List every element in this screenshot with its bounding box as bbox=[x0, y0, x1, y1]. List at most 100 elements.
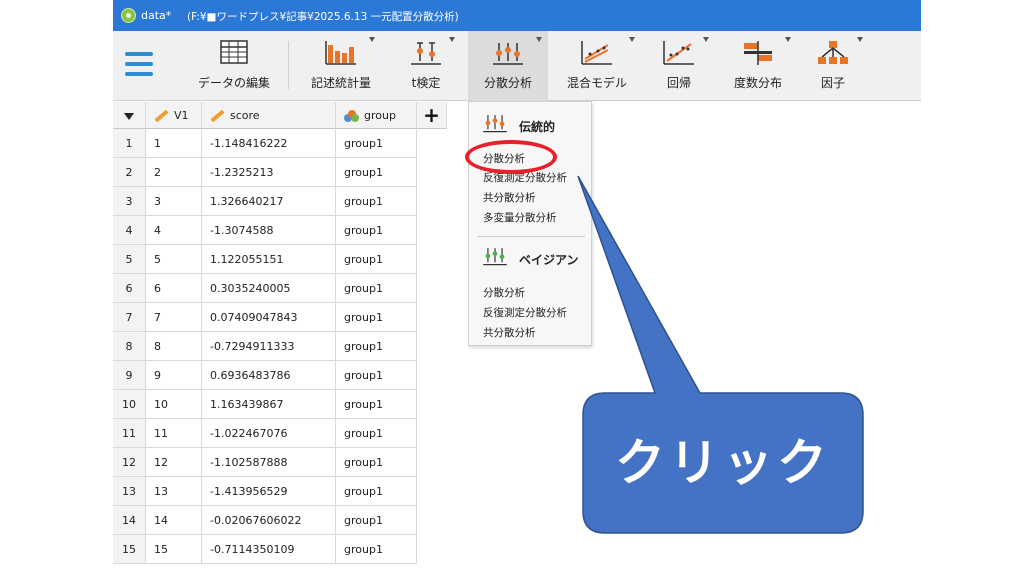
cell-score[interactable]: -1.102587888 bbox=[202, 448, 336, 477]
ribbon-label: 分散分析 bbox=[483, 76, 532, 90]
cell-score[interactable]: 0.3035240005 bbox=[202, 274, 336, 303]
cell-v1[interactable]: 12 bbox=[146, 448, 202, 477]
add-column-button[interactable]: + bbox=[417, 102, 447, 129]
cell-group[interactable]: group1 bbox=[336, 506, 417, 535]
grid-header-row: V1 score group bbox=[113, 102, 417, 131]
cell-v1[interactable]: 11 bbox=[146, 419, 202, 448]
ribbon-label: 因子 bbox=[820, 76, 845, 90]
cell-score[interactable]: -1.022467076 bbox=[202, 419, 336, 448]
cell-v1[interactable]: 2 bbox=[146, 158, 202, 187]
table-row: 4 4 -1.3074588 group1 bbox=[113, 216, 417, 245]
cell-v1[interactable]: 9 bbox=[146, 361, 202, 390]
column-header-group[interactable]: group bbox=[336, 102, 417, 129]
menu-item-bayesian-anova[interactable]: 分散分析 bbox=[483, 285, 525, 300]
cell-score[interactable]: -1.2325213 bbox=[202, 158, 336, 187]
cell-group[interactable]: group1 bbox=[336, 535, 417, 564]
anova-icon bbox=[483, 115, 507, 133]
spreadsheet-icon bbox=[220, 40, 248, 64]
cell-v1[interactable]: 3 bbox=[146, 187, 202, 216]
chevron-down-icon bbox=[629, 37, 635, 42]
ribbon-label: 記述統計量 bbox=[310, 76, 371, 90]
ribbon-anova-button[interactable]: 分散分析 bbox=[468, 31, 548, 101]
ribbon-descriptives-button[interactable]: 記述統計量 bbox=[301, 31, 381, 101]
cell-score[interactable]: -1.148416222 bbox=[202, 129, 336, 158]
table-row: 7 7 0.07409047843 group1 bbox=[113, 303, 417, 332]
ribbon-mixed-model-button[interactable]: 混合モデル bbox=[553, 31, 641, 101]
table-row: 3 3 1.326640217 group1 bbox=[113, 187, 417, 216]
cell-score[interactable]: 0.07409047843 bbox=[202, 303, 336, 332]
cell-group[interactable]: group1 bbox=[336, 245, 417, 274]
table-row: 12 12 -1.102587888 group1 bbox=[113, 448, 417, 477]
ribbon-factor-button[interactable]: 因子 bbox=[801, 31, 865, 101]
bayesian-section-header: ベイジアン bbox=[519, 253, 579, 267]
cell-score[interactable]: 1.326640217 bbox=[202, 187, 336, 216]
cell-v1[interactable]: 15 bbox=[146, 535, 202, 564]
filter-button[interactable] bbox=[113, 102, 146, 129]
ribbon-label: データの編集 bbox=[197, 76, 270, 90]
cell-score[interactable]: 1.163439867 bbox=[202, 390, 336, 419]
ribbon-frequencies-button[interactable]: 度数分布 bbox=[719, 31, 797, 101]
cell-score[interactable]: 1.122055151 bbox=[202, 245, 336, 274]
menu-item-bayesian-repeated-measures-anova[interactable]: 反復測定分散分析 bbox=[483, 305, 567, 320]
row-number: 12 bbox=[113, 448, 146, 477]
anova-icon bbox=[493, 43, 523, 65]
row-number: 9 bbox=[113, 361, 146, 390]
cell-score[interactable]: -1.413956529 bbox=[202, 477, 336, 506]
cell-v1[interactable]: 1 bbox=[146, 129, 202, 158]
cell-group[interactable]: group1 bbox=[336, 216, 417, 245]
chevron-down-icon bbox=[536, 37, 542, 42]
menu-item-bayesian-ancova[interactable]: 共分散分析 bbox=[483, 325, 536, 340]
cell-v1[interactable]: 13 bbox=[146, 477, 202, 506]
cell-group[interactable]: group1 bbox=[336, 303, 417, 332]
cell-group[interactable]: group1 bbox=[336, 158, 417, 187]
cell-v1[interactable]: 14 bbox=[146, 506, 202, 535]
cell-group[interactable]: group1 bbox=[336, 187, 417, 216]
table-row: 15 15 -0.7114350109 group1 bbox=[113, 535, 417, 564]
cell-group[interactable]: group1 bbox=[336, 129, 417, 158]
row-number: 3 bbox=[113, 187, 146, 216]
cell-v1[interactable]: 8 bbox=[146, 332, 202, 361]
column-header-v1[interactable]: V1 bbox=[146, 102, 202, 129]
cell-group[interactable]: group1 bbox=[336, 361, 417, 390]
table-row: 1 1 -1.148416222 group1 bbox=[113, 129, 417, 158]
ribbon-label: 回帰 bbox=[666, 76, 691, 90]
cell-v1[interactable]: 7 bbox=[146, 303, 202, 332]
table-row: 8 8 -0.7294911333 group1 bbox=[113, 332, 417, 361]
menu-item-manova[interactable]: 多変量分散分析 bbox=[483, 210, 557, 225]
table-row: 9 9 0.6936483786 group1 bbox=[113, 361, 417, 390]
table-row: 6 6 0.3035240005 group1 bbox=[113, 274, 417, 303]
row-number: 14 bbox=[113, 506, 146, 535]
cell-score[interactable]: 0.6936483786 bbox=[202, 361, 336, 390]
table-row: 13 13 -1.413956529 group1 bbox=[113, 477, 417, 506]
app-logo-icon bbox=[121, 8, 136, 23]
ribbon-toolbar: データの編集 記述統計量 t検定 分散分析 混合モデル 回帰 度数分布 因子 bbox=[113, 31, 921, 101]
cell-group[interactable]: group1 bbox=[336, 390, 417, 419]
menu-divider bbox=[477, 236, 585, 237]
cell-v1[interactable]: 4 bbox=[146, 216, 202, 245]
column-header-label: group bbox=[364, 109, 396, 122]
mixed-model-icon bbox=[581, 41, 612, 65]
cell-group[interactable]: group1 bbox=[336, 332, 417, 361]
cell-group[interactable]: group1 bbox=[336, 477, 417, 506]
cell-score[interactable]: -0.02067606022 bbox=[202, 506, 336, 535]
bayesian-anova-icon bbox=[483, 248, 507, 266]
row-number: 5 bbox=[113, 245, 146, 274]
cell-score[interactable]: -0.7114350109 bbox=[202, 535, 336, 564]
cell-score[interactable]: -1.3074588 bbox=[202, 216, 336, 245]
cell-v1[interactable]: 10 bbox=[146, 390, 202, 419]
ribbon-data-edit-button[interactable]: データの編集 bbox=[191, 31, 277, 101]
row-number: 1 bbox=[113, 129, 146, 158]
column-header-score[interactable]: score bbox=[202, 102, 336, 129]
menu-item-ancova[interactable]: 共分散分析 bbox=[483, 190, 536, 205]
hamburger-menu-icon[interactable] bbox=[125, 52, 153, 76]
ribbon-label: 度数分布 bbox=[733, 76, 782, 90]
cell-v1[interactable]: 5 bbox=[146, 245, 202, 274]
ribbon-regression-button[interactable]: 回帰 bbox=[643, 31, 715, 101]
ribbon-ttest-button[interactable]: t検定 bbox=[391, 31, 461, 101]
cell-v1[interactable]: 6 bbox=[146, 274, 202, 303]
row-number: 11 bbox=[113, 419, 146, 448]
cell-score[interactable]: -0.7294911333 bbox=[202, 332, 336, 361]
cell-group[interactable]: group1 bbox=[336, 274, 417, 303]
cell-group[interactable]: group1 bbox=[336, 419, 417, 448]
cell-group[interactable]: group1 bbox=[336, 448, 417, 477]
